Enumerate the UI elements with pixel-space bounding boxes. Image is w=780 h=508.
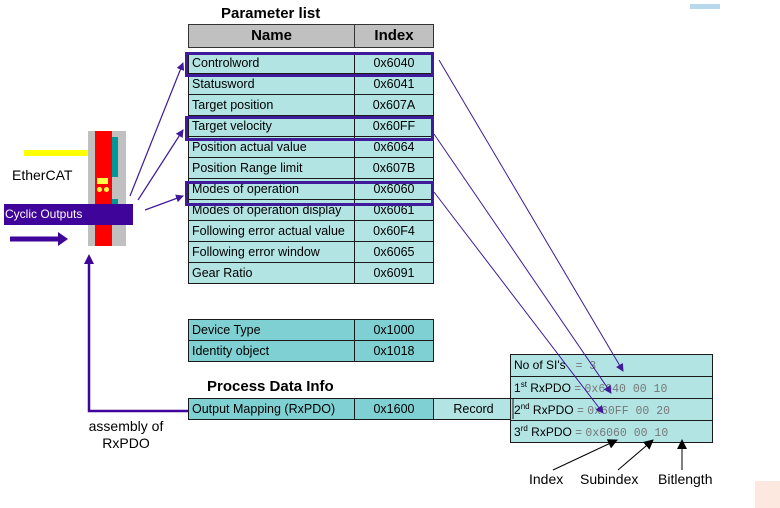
- index-pointer: [552, 439, 618, 471]
- assembly-arrow: [87, 262, 188, 413]
- mapping-line-controlword: [438, 59, 624, 372]
- mapping-line-target-velocity: [433, 133, 612, 394]
- assembly-arrowhead: [84, 254, 94, 264]
- subindex-pointer: [617, 439, 654, 471]
- mapping-line-modes-of-operation: [433, 191, 604, 414]
- arrow-to-modes-of-operation: [144, 194, 184, 211]
- arrow-to-target-velocity: [137, 129, 184, 201]
- arrow-to-controlword: [129, 62, 185, 197]
- arrows-layer: [10, 59, 687, 471]
